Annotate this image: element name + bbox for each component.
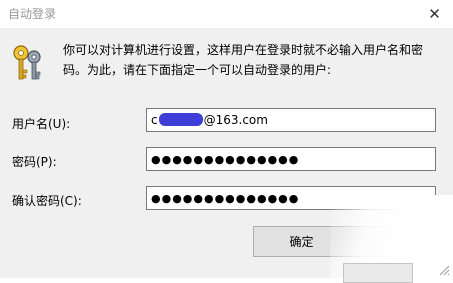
redaction-mark bbox=[158, 113, 203, 126]
cancel-button[interactable] bbox=[343, 263, 413, 283]
confirm-password-label: 确认密码(C): bbox=[12, 194, 82, 208]
instructions-line-2: 码。为此，请在下面指定一个可以自动登录的用户: bbox=[63, 63, 332, 77]
username-field[interactable]: c @163.com bbox=[146, 108, 436, 132]
title-bar: 自动登录 ✕ bbox=[0, 0, 453, 28]
password-field[interactable]: ●●●●●●●●●●●●●● bbox=[146, 147, 436, 171]
instructions-text: 你可以对计算机进行设置，这样用户在登录时就不必输入用户名和密 码。为此，请在下面… bbox=[63, 40, 443, 80]
password-label: 密码(P): bbox=[12, 155, 57, 169]
username-value-suffix: @163.com bbox=[203, 113, 268, 127]
window-title: 自动登录 bbox=[8, 7, 57, 21]
ok-button-label: 确定 bbox=[289, 235, 314, 249]
instructions-line-1: 你可以对计算机进行设置，这样用户在登录时就不必输入用户名和密 bbox=[63, 43, 424, 57]
username-value: c @163.com bbox=[151, 113, 268, 127]
username-label: 用户名(U): bbox=[12, 117, 71, 131]
close-button[interactable]: ✕ bbox=[416, 0, 453, 28]
resize-grip-icon[interactable] bbox=[438, 264, 450, 276]
keys-icon bbox=[13, 45, 41, 80]
confirm-password-value: ●●●●●●●●●●●●●● bbox=[151, 191, 300, 205]
password-value: ●●●●●●●●●●●●●● bbox=[151, 152, 300, 166]
username-value-prefix: c bbox=[151, 113, 158, 127]
close-icon: ✕ bbox=[428, 5, 441, 23]
